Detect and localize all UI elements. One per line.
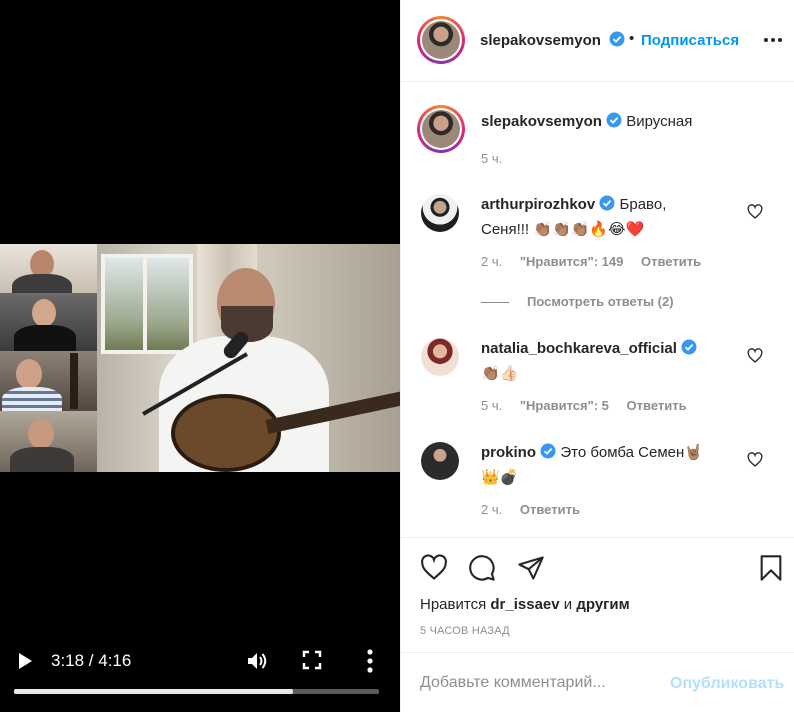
- comment-text: Браво,: [619, 196, 667, 213]
- comment-username[interactable]: natalia_bochkareva_official: [481, 340, 677, 357]
- comment-text: Это бомба Семен🤘🏽: [560, 444, 703, 461]
- video-time: 3:18 / 4:16: [51, 651, 132, 670]
- participant-tile-3: [0, 351, 97, 411]
- follow-button[interactable]: Подписаться: [641, 32, 739, 49]
- caption-avatar[interactable]: [417, 105, 465, 153]
- more-vertical-icon[interactable]: [360, 648, 380, 674]
- comment-meta: 2 ч. "Нравится": 149 Ответить: [481, 254, 715, 269]
- comment-item: prokino Это бомба Семен🤘🏽 👑💣: [481, 442, 751, 489]
- post-side-panel: slepakovsemyon • Подписаться slepakovsem…: [400, 0, 794, 712]
- comment-item: arthurpirozhkov Браво, Сеня!!! 👏🏽👏🏽👏🏽🔥😂❤…: [481, 194, 711, 241]
- comment-username[interactable]: arthurpirozhkov: [481, 196, 595, 213]
- video-progress-fill: [14, 689, 293, 694]
- likes-user-link[interactable]: dr_issaev: [490, 596, 559, 613]
- participant-tile-1: [0, 244, 97, 293]
- post-comment-button[interactable]: Опубликовать: [670, 675, 784, 693]
- comment-avatar[interactable]: [421, 442, 459, 480]
- reply-button[interactable]: Ответить: [520, 502, 580, 517]
- comment-meta: 2 ч. Ответить: [481, 502, 594, 517]
- share-icon[interactable]: [517, 554, 545, 582]
- post-header: slepakovsemyon • Подписаться: [401, 0, 794, 82]
- reply-button[interactable]: Ответить: [627, 398, 687, 413]
- play-icon[interactable]: [14, 650, 36, 672]
- fullscreen-icon[interactable]: [302, 650, 322, 670]
- caption: slepakovsemyon Вирусная: [481, 111, 751, 135]
- participant-tile-2: [0, 293, 97, 351]
- comment-icon[interactable]: [468, 554, 496, 582]
- volume-icon[interactable]: [245, 649, 269, 673]
- comment-input[interactable]: [420, 671, 660, 695]
- comment-likes-count[interactable]: "Нравится": 149: [520, 254, 624, 269]
- verified-badge-icon: [609, 31, 625, 52]
- comment-emoji: 👑💣: [481, 468, 519, 486]
- comment-like-heart-icon[interactable]: [747, 452, 763, 468]
- comment-avatar[interactable]: [421, 194, 459, 232]
- video-frame[interactable]: [0, 244, 400, 472]
- more-options-icon[interactable]: [763, 30, 783, 50]
- comment-emoji: 👏🏽👍🏻: [481, 364, 519, 382]
- comment-like-heart-icon[interactable]: [747, 348, 763, 364]
- comment-text-line2: Сеня!!!: [481, 221, 530, 238]
- verified-badge-icon: [606, 112, 622, 135]
- comment-like-heart-icon[interactable]: [747, 204, 763, 220]
- main-performer-view: [97, 244, 400, 472]
- likes-summary: Нравится dr_issaev и другим: [420, 596, 630, 613]
- comment-emoji: 👏🏽👏🏽👏🏽🔥😂❤️: [533, 220, 645, 238]
- post-time-ago[interactable]: 5 ЧАСОВ НАЗАД: [420, 625, 510, 637]
- likes-and: и: [563, 596, 573, 613]
- reply-button[interactable]: Ответить: [641, 254, 701, 269]
- caption-time[interactable]: 5 ч.: [481, 151, 502, 166]
- video-controls: 3:18 / 4:16: [0, 640, 400, 712]
- participant-tile-4: [0, 411, 97, 472]
- caption-text: Вирусная: [626, 113, 693, 130]
- view-replies-button[interactable]: Посмотреть ответы (2): [481, 294, 674, 309]
- comments-list: slepakovsemyon Вирусная 5 ч. arthurpiroz…: [401, 83, 794, 538]
- comment-username[interactable]: prokino: [481, 444, 536, 461]
- heart-icon[interactable]: [420, 554, 448, 582]
- likes-prefix: Нравится: [420, 596, 487, 613]
- bookmark-icon[interactable]: [757, 554, 785, 582]
- author-username[interactable]: slepakovsemyon: [480, 32, 601, 49]
- verified-badge-icon: [599, 195, 615, 218]
- view-replies-label: Посмотреть ответы (2): [527, 294, 674, 309]
- caption-meta: 5 ч.: [481, 151, 516, 166]
- video-player[interactable]: 3:18 / 4:16: [0, 0, 400, 712]
- comment-time[interactable]: 5 ч.: [481, 398, 502, 413]
- comment-meta: 5 ч. "Нравится": 5 Ответить: [481, 398, 701, 413]
- comment-time[interactable]: 2 ч.: [481, 502, 502, 517]
- video-progress-bar[interactable]: [14, 689, 379, 694]
- comment-avatar[interactable]: [421, 338, 459, 376]
- caption-username[interactable]: slepakovsemyon: [481, 113, 602, 130]
- verified-badge-icon: [540, 443, 556, 466]
- verified-badge-icon: [681, 339, 697, 362]
- post-actions: Нравится dr_issaev и другим 5 ЧАСОВ НАЗА…: [401, 537, 794, 652]
- likes-others-link[interactable]: другим: [576, 596, 629, 613]
- comment-time[interactable]: 2 ч.: [481, 254, 502, 269]
- header-separator: •: [629, 30, 635, 47]
- author-avatar[interactable]: [417, 16, 465, 64]
- comment-likes-count[interactable]: "Нравится": 5: [520, 398, 609, 413]
- comment-item: natalia_bochkareva_official 👏🏽👍🏻: [481, 338, 751, 385]
- add-comment-bar: Опубликовать: [401, 652, 794, 712]
